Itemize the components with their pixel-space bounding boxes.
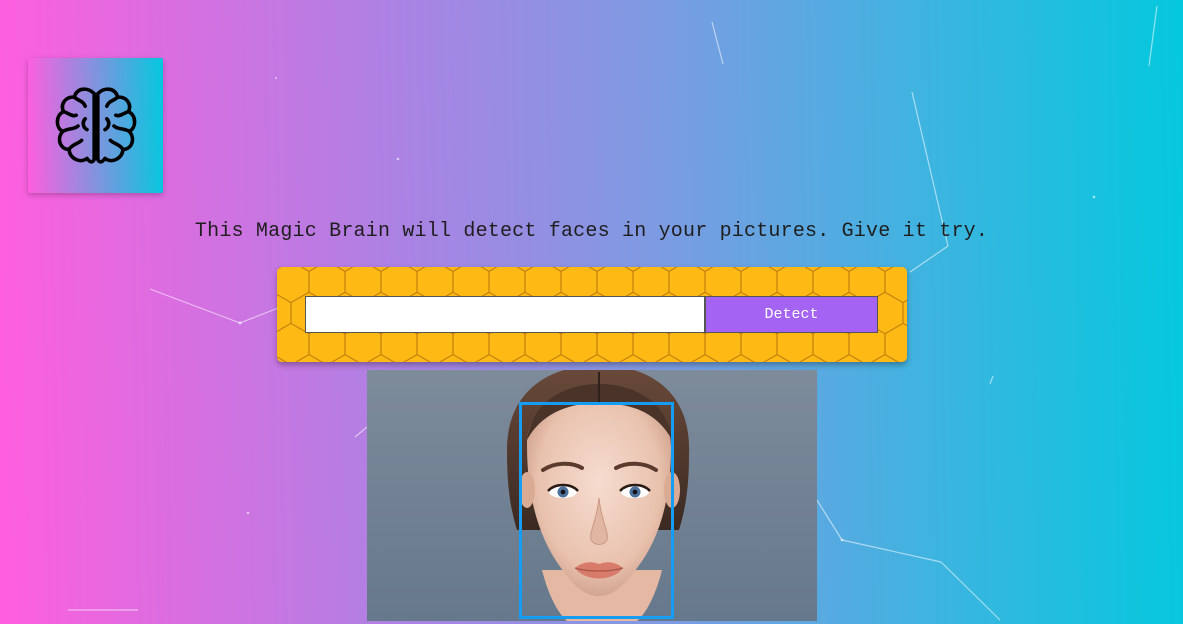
- logo[interactable]: [28, 58, 163, 193]
- brain-icon: [55, 86, 136, 164]
- input-image: [367, 370, 817, 621]
- image-url-input[interactable]: [305, 296, 705, 333]
- face-bounding-box: [519, 402, 674, 619]
- detect-button[interactable]: Detect: [705, 296, 878, 333]
- image-link-form: Detect: [277, 267, 907, 362]
- intro-text: This Magic Brain will detect faces in yo…: [194, 220, 989, 243]
